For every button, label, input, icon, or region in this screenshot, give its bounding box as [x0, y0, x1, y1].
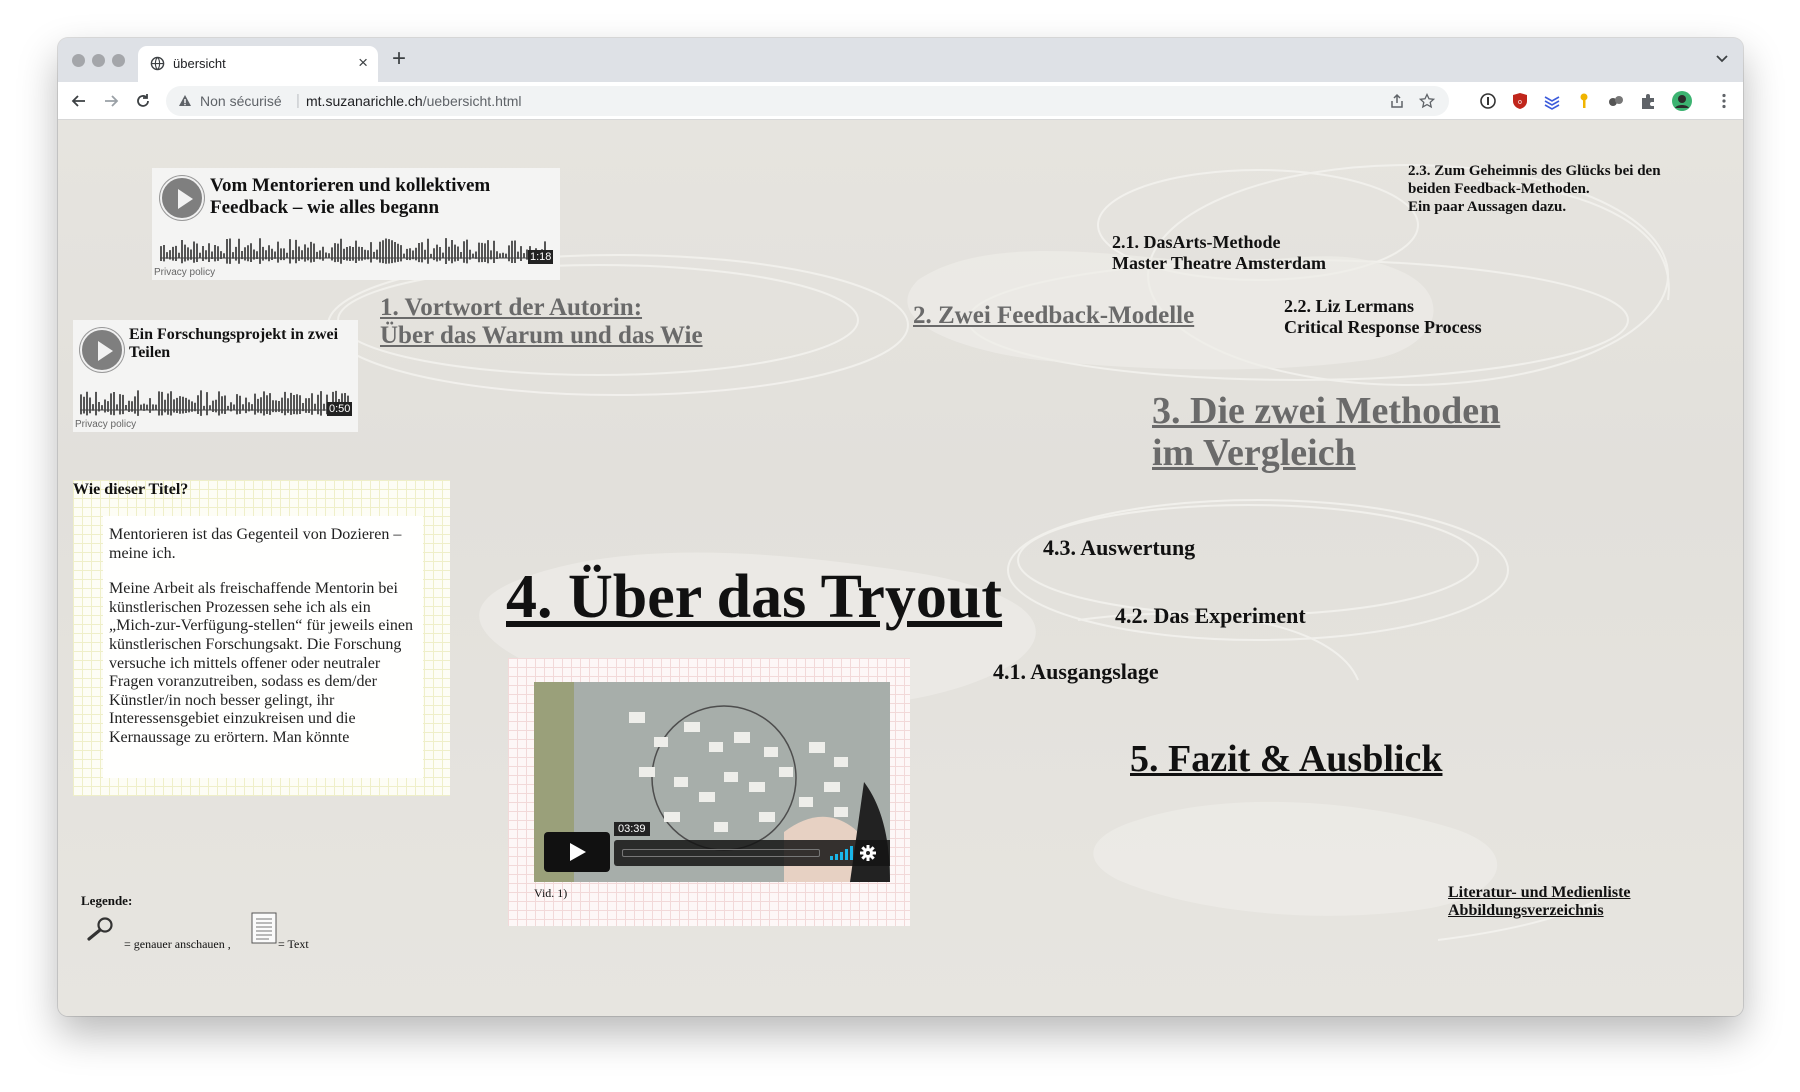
waveform-1[interactable] — [160, 236, 550, 270]
globe-icon — [150, 56, 165, 71]
legend-text: = Text — [278, 937, 309, 951]
close-icon[interactable]: × — [358, 53, 368, 73]
url-text[interactable]: mt.suzanarichle.ch/uebersicht.html — [306, 93, 522, 109]
chapter-3-line2: im Vergleich — [1152, 432, 1356, 474]
waveform-2[interactable] — [80, 388, 352, 422]
volume-icon[interactable] — [830, 846, 854, 860]
chapter-3-link[interactable]: 3. Die zwei Methoden im Vergleich — [1152, 390, 1500, 474]
literatur-link[interactable]: Literatur- und Medienliste — [1448, 884, 1631, 902]
chapter-2-1-line1: 2.1. DasArts-Methode — [1112, 232, 1281, 252]
close-window-button[interactable] — [72, 54, 85, 67]
security-label[interactable]: Non sécurisé — [200, 93, 282, 109]
puzzle-icon[interactable] — [1639, 92, 1657, 110]
privacy-policy-link-1[interactable]: Privacy policy — [154, 267, 215, 278]
svg-text:o: o — [1518, 99, 1522, 106]
video-player[interactable]: 03:39 — [534, 682, 890, 882]
chapter-4-3-link[interactable]: 4.3. Auswertung — [1043, 535, 1195, 561]
address-bar[interactable]: Non sécurisé | mt.suzanarichle.ch/uebers… — [166, 86, 1449, 116]
star-icon[interactable] — [1419, 93, 1435, 109]
chapter-5-link[interactable]: 5. Fazit & Ausblick — [1130, 737, 1442, 781]
document-icon — [251, 912, 277, 944]
toolbar: Non sécurisé | mt.suzanarichle.ch/uebers… — [58, 82, 1743, 120]
privacy-policy-link-2[interactable]: Privacy policy — [75, 419, 136, 430]
audio-player-2: Ein Forschungsprojekt in zwei Teilen 0:5… — [73, 320, 358, 432]
back-icon[interactable] — [70, 92, 88, 110]
audio-title-2: Ein Forschungsprojekt in zwei Teilen — [129, 326, 339, 362]
chapter-2-link[interactable]: 2. Zwei Feedback-Modelle — [913, 302, 1194, 330]
plus-icon[interactable]: + — [392, 45, 406, 73]
title-box-paragraph-2: Meine Arbeit als freischaffende Mentorin… — [109, 580, 413, 746]
forward-icon[interactable] — [102, 92, 120, 110]
zoom-window-button[interactable] — [112, 54, 125, 67]
chapter-2-2-line2: Critical Response Process — [1284, 317, 1482, 337]
video-timeline[interactable] — [622, 849, 820, 857]
chapter-1-link[interactable]: 1. Vortwort der Autorin: Über das Warum … — [380, 294, 703, 350]
chapter-2-2-line1: 2.2. Liz Lermans — [1284, 296, 1414, 316]
chapter-3-line1: 3. Die zwei Methoden — [1152, 390, 1501, 432]
share-icon[interactable] — [1389, 93, 1405, 109]
chapter-2-2-link[interactable]: 2.2. Liz Lermans Critical Response Proce… — [1284, 296, 1482, 338]
chapter-4-2-link[interactable]: 4.2. Das Experiment — [1115, 603, 1306, 629]
play-icon[interactable] — [160, 176, 204, 220]
info-extension-icon[interactable] — [1479, 92, 1497, 110]
tab-title: übersicht — [173, 56, 226, 71]
url-path: /uebersicht.html — [422, 93, 522, 109]
chapter-1-line2: Über das Warum und das Wie — [380, 322, 703, 349]
audio-duration-2: 0:50 — [327, 402, 353, 416]
warning-icon[interactable] — [178, 94, 192, 108]
key-extension-icon[interactable] — [1575, 92, 1593, 110]
title-explanation-box: Wie dieser Titel? Mentorieren ist das Ge… — [73, 480, 450, 796]
chapter-4-link[interactable]: 4. Über das Tryout — [506, 564, 1002, 630]
avatar[interactable] — [1671, 90, 1693, 112]
audio-title-1: Vom Mentorieren und kollektivem Feedback… — [210, 175, 491, 218]
play-icon[interactable] — [544, 832, 610, 872]
chapter-2-3-link[interactable]: 2.3. Zum Geheimnis des Glücks bei den be… — [1408, 162, 1661, 216]
chapter-2-3-line3: Ein paar Aussagen dazu. — [1408, 199, 1567, 215]
browser-window: übersicht × + Non sécurisé | mt.suzanari… — [58, 38, 1743, 1016]
title-box-scroll-text[interactable]: Mentorieren ist das Gegenteil von Dozier… — [103, 516, 423, 778]
url-host: mt.suzanarichle.ch — [306, 93, 423, 109]
title-box-paragraph-1: Mentorieren ist das Gegenteil von Dozier… — [109, 526, 402, 562]
chevron-down-icon[interactable] — [1715, 51, 1729, 65]
chapter-2-1-line2: Master Theatre Amsterdam — [1112, 253, 1326, 273]
page-content: Vom Mentorieren und kollektivem Feedback… — [58, 120, 1743, 1016]
audio-duration-1: 1:18 — [528, 250, 554, 264]
legend-title: Legende: — [81, 893, 133, 908]
abbildungen-link[interactable]: Abbildungsverzeichnis — [1448, 902, 1604, 920]
chapter-2-3-line2: beiden Feedback-Methoden. — [1408, 181, 1590, 197]
legend-look-closer: = genauer anschauen , — [124, 937, 231, 951]
tab-bar: übersicht × + — [58, 38, 1743, 82]
title-box-heading: Wie dieser Titel? — [73, 481, 189, 498]
video-progress-bar[interactable] — [614, 840, 890, 866]
separator: | — [296, 92, 300, 109]
video-controls: 03:39 — [544, 822, 890, 872]
video-frame: 03:39 Vid. 1) — [508, 658, 910, 926]
tab-active[interactable]: übersicht × — [138, 46, 378, 82]
magnifier-icon — [87, 917, 113, 941]
ublock-icon[interactable]: o — [1511, 92, 1529, 110]
layers-extension-icon[interactable] — [1543, 92, 1561, 110]
glasses-extension-icon[interactable] — [1607, 92, 1625, 110]
reload-icon[interactable] — [134, 92, 152, 110]
video-caption: Vid. 1) — [534, 886, 568, 900]
play-icon[interactable] — [80, 328, 124, 372]
chapter-2-3-line1: 2.3. Zum Geheimnis des Glücks bei den — [1408, 163, 1661, 179]
menu-kebab-icon[interactable] — [1715, 92, 1733, 110]
gear-icon[interactable] — [860, 845, 876, 861]
chapter-1-line1: 1. Vortwort der Autorin: — [380, 294, 643, 321]
video-duration: 03:39 — [614, 822, 650, 836]
audio-player-1: Vom Mentorieren und kollektivem Feedback… — [152, 168, 560, 280]
minimize-window-button[interactable] — [92, 54, 105, 67]
chapter-2-1-link[interactable]: 2.1. DasArts-Methode Master Theatre Amst… — [1112, 232, 1326, 274]
chapter-4-1-link[interactable]: 4.1. Ausgangslage — [993, 659, 1159, 685]
